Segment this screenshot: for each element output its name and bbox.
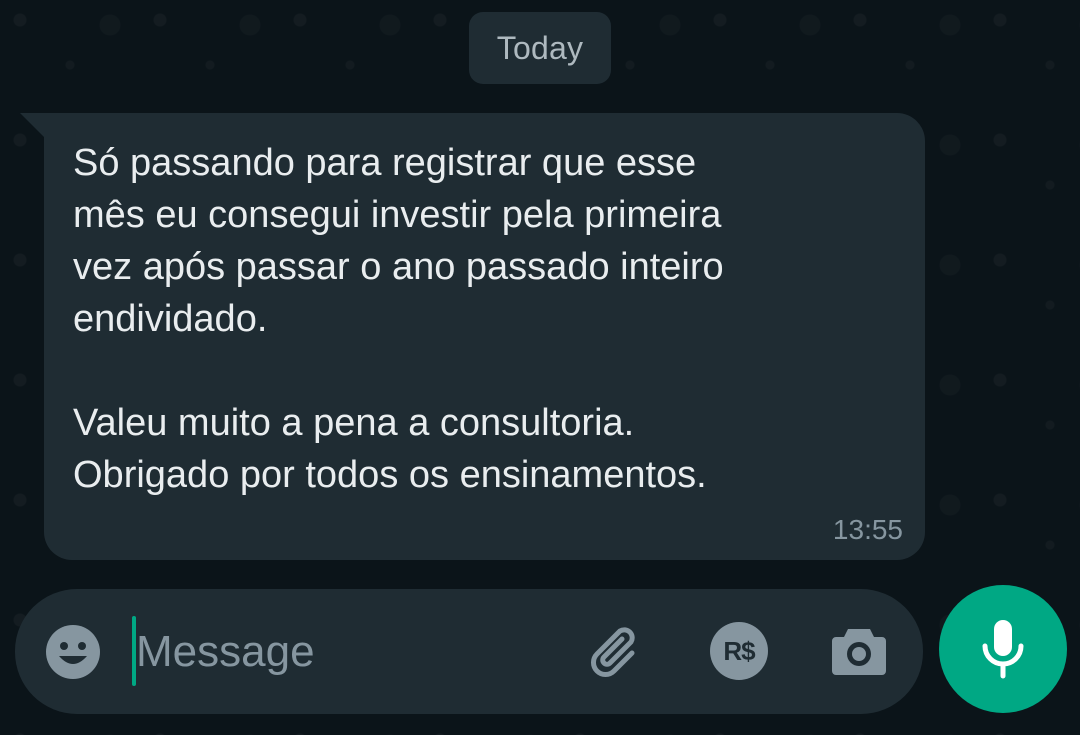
payment-icon[interactable]: R$ <box>710 622 768 680</box>
message-timestamp: 13:55 <box>832 514 903 545</box>
mic-icon <box>982 620 1024 679</box>
emoji-icon[interactable] <box>44 623 102 681</box>
camera-icon[interactable] <box>830 623 888 677</box>
voice-record-button[interactable] <box>939 585 1067 713</box>
paperclip-icon[interactable] <box>586 619 650 683</box>
message-composer: R$ <box>15 589 923 714</box>
date-separator: Today <box>469 12 611 84</box>
message-input[interactable] <box>136 614 566 689</box>
message-text: Só passando para registrar que esse mês … <box>73 142 724 496</box>
message-bubble-tail <box>20 113 46 139</box>
message-bubble[interactable]: Só passando para registrar que esse mês … <box>44 113 925 560</box>
